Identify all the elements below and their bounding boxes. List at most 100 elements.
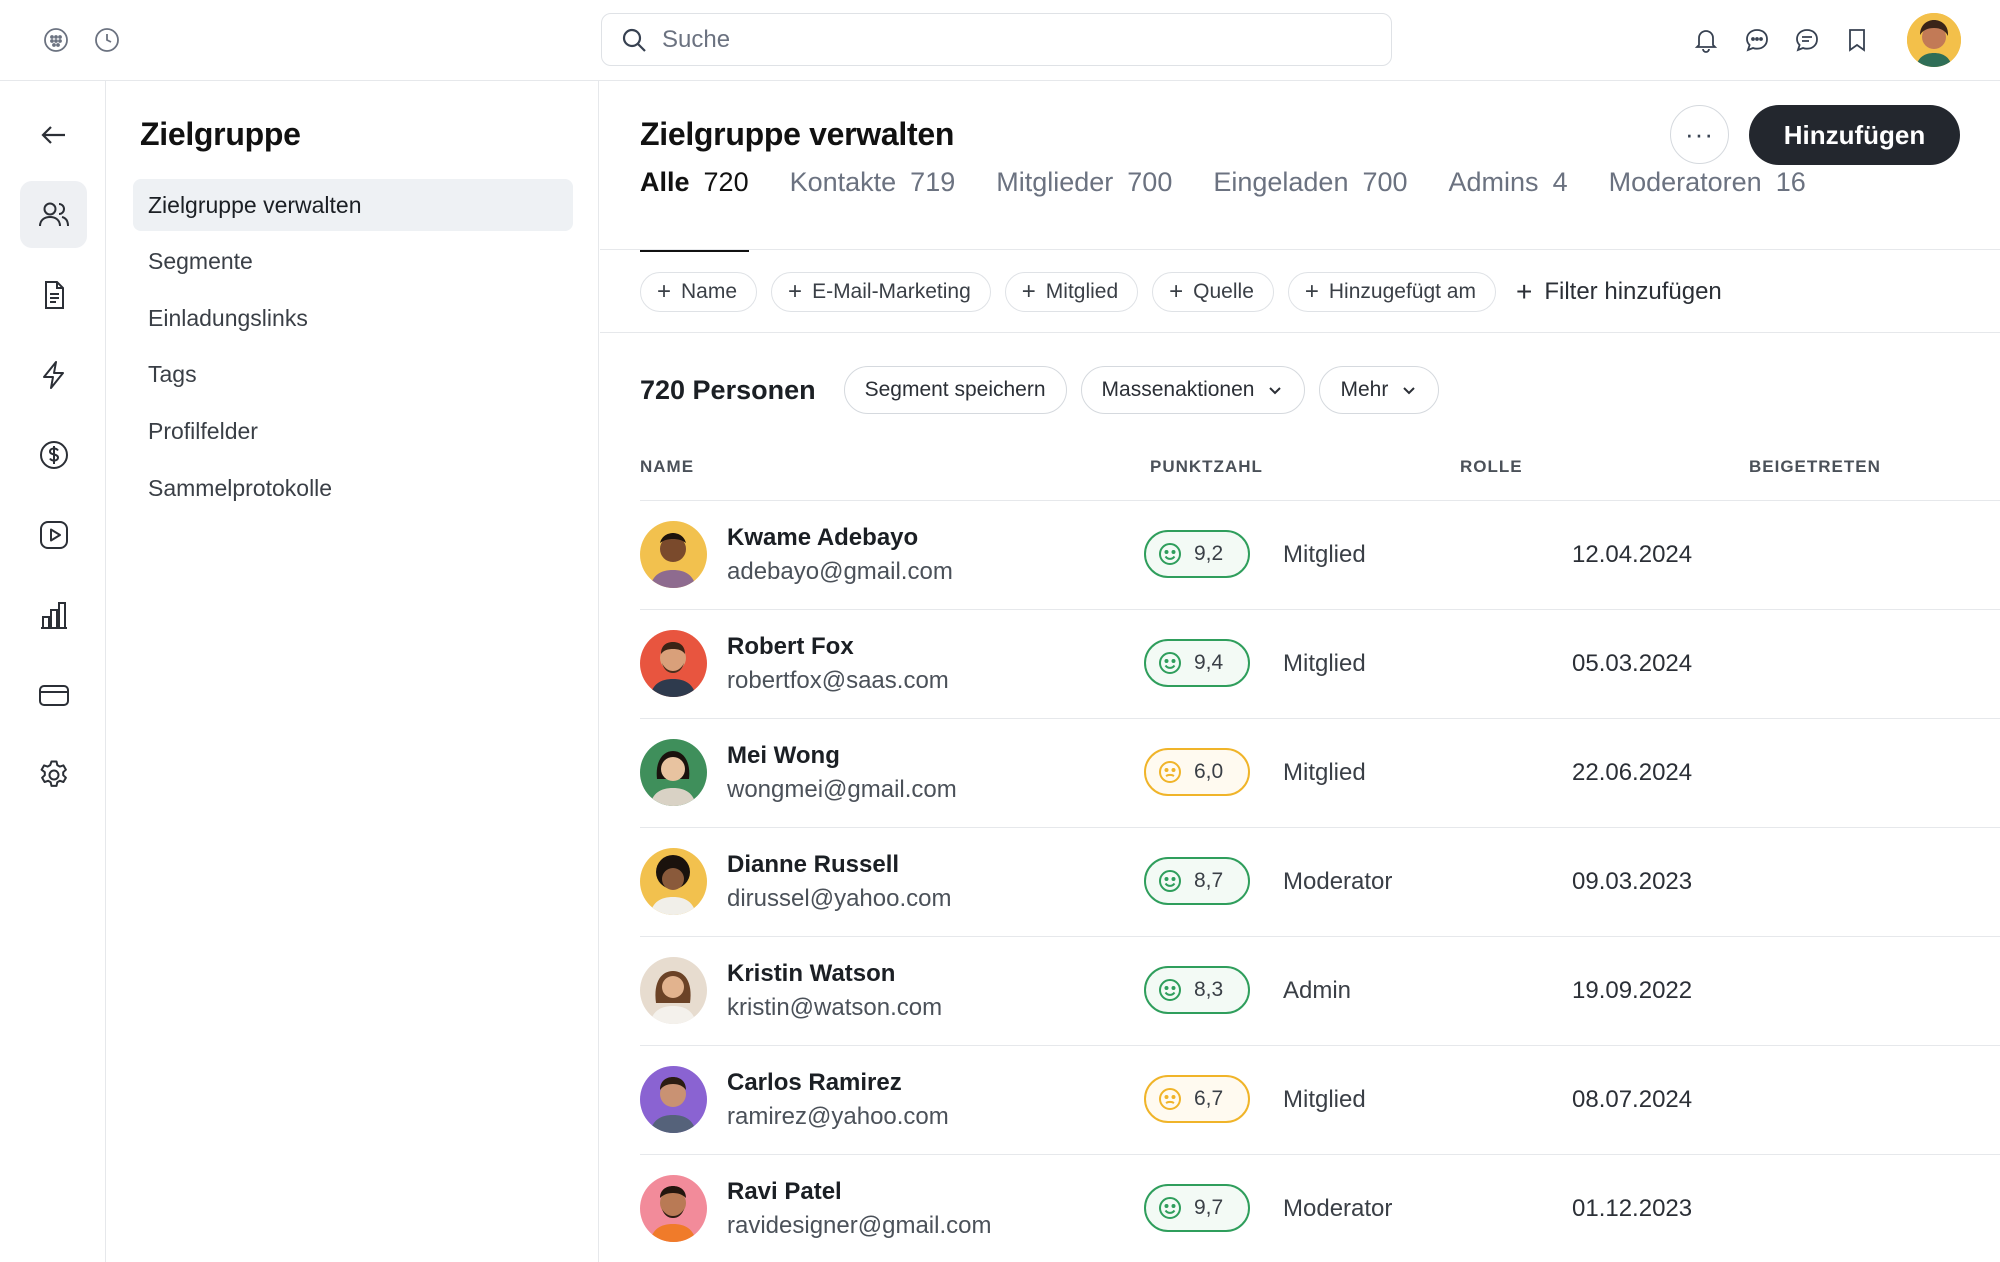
avatar [640,848,707,915]
score-badge: 8,7 [1144,857,1250,905]
dollar-icon[interactable] [20,421,87,488]
avatar [640,739,707,806]
person-role: Moderator [1283,868,1393,895]
table-row[interactable]: Ravi Patel ravidesigner@gmail.com 9,7 Mo… [640,1155,2000,1262]
score-badge: 6,0 [1144,748,1250,796]
filter-chip-source[interactable]: + Quelle [1152,272,1274,312]
score-badge: 9,4 [1144,639,1250,687]
tab-label: Kontakte [789,167,897,197]
filter-chip-label: Hinzugefügt am [1328,280,1476,303]
back-arrow-icon[interactable] [20,101,87,168]
list-toolbar: 720 Personen Segment speichern Massenakt… [640,366,1453,414]
sidebar-item-bulk-logs[interactable]: Sammelprotokolle [133,462,573,514]
person-name[interactable]: Kristin Watson [727,960,895,988]
card-icon[interactable] [20,661,87,728]
more-label: Mehr [1340,378,1389,401]
avatar [640,1066,707,1133]
score-value: 8,7 [1194,869,1224,892]
sidebar-item-profile-fields[interactable]: Profilfelder [133,405,573,457]
person-email: adebayo@gmail.com [727,558,953,585]
add-filter-label: Filter hinzufügen [1544,278,1722,305]
filter-chip-name[interactable]: + Name [640,272,758,312]
sidebar-item-segments[interactable]: Segmente [133,235,573,287]
bookmark-icon[interactable] [1839,22,1875,58]
tab-moderators[interactable]: Moderatoren 16 [1609,81,1806,249]
history-icon[interactable] [91,24,123,56]
add-filter-button[interactable]: + Filter hinzufügen [1516,278,1722,306]
main-content: Zielgruppe verwalten ··· Hinzufügen Alle… [600,81,2000,1262]
person-name[interactable]: Dianne Russell [727,851,899,879]
search-input[interactable] [662,25,1342,54]
tab-invited[interactable]: Eingeladen 700 [1213,81,1407,249]
lightning-icon[interactable] [20,341,87,408]
chart-icon[interactable] [20,581,87,648]
person-name[interactable]: Robert Fox [727,633,854,661]
sidebar-item-tags[interactable]: Tags [133,348,573,400]
tab-count: 16 [1775,167,1806,197]
apps-icon[interactable] [40,24,72,56]
joined-date: 19.09.2022 [1572,977,1693,1004]
settings-icon[interactable] [20,741,87,808]
score-value: 8,3 [1194,978,1224,1001]
bell-icon[interactable] [1688,22,1724,58]
person-role: Moderator [1283,1195,1393,1222]
person-name[interactable]: Ravi Patel [727,1178,842,1206]
smile-icon [1159,1197,1181,1219]
person-email: kristin@watson.com [727,994,943,1021]
table-row[interactable]: Kristin Watson kristin@watson.com 8,3 Ad… [640,937,2000,1045]
filter-chip-added-on[interactable]: + Hinzugefügt am [1287,272,1496,312]
avatar [640,957,707,1024]
more-dropdown[interactable]: Mehr [1319,366,1440,414]
search-bar[interactable] [601,13,1392,66]
chat-icon[interactable] [1739,22,1775,58]
sidebar-item-invite-links[interactable]: Einladungslinks [133,292,573,344]
plus-icon: + [1021,278,1036,305]
filter-chip-member[interactable]: + Mitglied [1004,272,1139,312]
save-segment-button[interactable]: Segment speichern [843,366,1067,414]
joined-date: 12.04.2024 [1572,541,1693,568]
person-email: wongmei@gmail.com [727,776,957,803]
document-icon[interactable] [20,261,87,328]
column-header-role[interactable]: ROLLE [1460,457,1523,477]
chevron-down-icon [1400,381,1418,399]
avatar [640,521,707,588]
table-row[interactable]: Robert Fox robertfox@saas.com 9,4 Mitgli… [640,610,2000,718]
tab-members[interactable]: Mitglieder 700 [996,81,1172,249]
table-row[interactable]: Kwame Adebayo adebayo@gmail.com 9,2 Mitg… [640,501,2000,609]
icon-rail [0,81,106,1262]
person-role: Mitglied [1283,650,1366,677]
column-header-joined[interactable]: BEIGETRETEN [1749,457,1881,477]
sidebar-item-manage-audience[interactable]: Zielgruppe verwalten [133,179,573,231]
plus-icon: + [788,278,803,305]
divider [600,332,2000,333]
bulk-actions-dropdown[interactable]: Massenaktionen [1080,366,1306,414]
person-role: Mitglied [1283,759,1366,786]
plus-icon: + [1304,278,1319,305]
filter-chip-email-marketing[interactable]: + E-Mail-Marketing [771,272,991,312]
tab-label: Mitglieder [996,167,1114,197]
user-avatar[interactable] [1907,13,1961,67]
messages-icon[interactable] [1789,22,1825,58]
column-header-score[interactable]: PUNKTZAHL [1150,457,1263,477]
audience-icon[interactable] [20,181,87,248]
video-icon[interactable] [20,501,87,568]
person-name[interactable]: Mei Wong [727,742,840,770]
table-row[interactable]: Carlos Ramirez ramirez@yahoo.com 6,7 Mit… [640,1046,2000,1154]
tab-all[interactable]: Alle 720 [640,81,749,252]
table-row[interactable]: Mei Wong wongmei@gmail.com 6,0 Mitglied … [640,719,2000,827]
score-value: 6,0 [1194,760,1224,783]
person-email: ramirez@yahoo.com [727,1103,949,1130]
column-header-name[interactable]: NAME [640,457,694,477]
filter-chip-label: E-Mail-Marketing [812,280,971,303]
sidebar-title: Zielgruppe [140,116,301,152]
tab-contacts[interactable]: Kontakte 719 [790,81,956,249]
joined-date: 22.06.2024 [1572,759,1693,786]
person-role: Mitglied [1283,541,1366,568]
table-row[interactable]: Dianne Russell dirussel@yahoo.com 8,7 Mo… [640,828,2000,936]
person-name[interactable]: Carlos Ramirez [727,1069,902,1097]
plus-icon: + [1169,278,1184,305]
plus-icon: + [657,278,672,305]
person-name[interactable]: Kwame Adebayo [727,524,918,552]
tab-admins[interactable]: Admins 4 [1449,81,1568,249]
score-value: 9,2 [1194,542,1224,565]
